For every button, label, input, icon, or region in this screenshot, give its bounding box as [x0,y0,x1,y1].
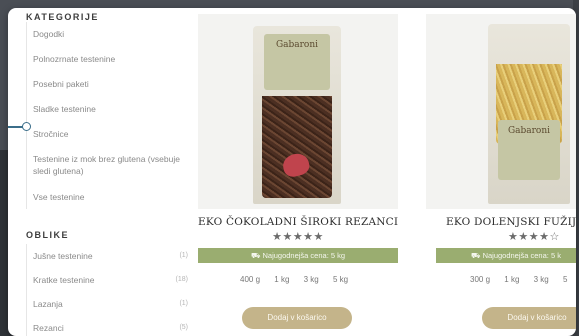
shape-count: (18) [175,276,188,283]
shape-label: Lazanja [33,299,63,309]
weight-option[interactable]: 3 kg [534,275,549,284]
weight-option[interactable]: 5 [563,275,567,284]
shape-count: (1) [179,252,188,259]
weight-option[interactable]: 400 g [240,275,260,284]
weight-options: 300 g 1 kg 3 kg 5 [470,275,576,284]
shape-label: Rezanci [33,323,64,333]
weight-option[interactable]: 1 kg [274,275,289,284]
shape-count: (1) [179,300,188,307]
category-item-sladke[interactable]: Sladke testenine [26,97,184,122]
category-list: Dogodki Polnozrnate testenine Posebni pa… [26,22,184,209]
shop-panel: KATEGORIJE Dogodki Polnozrnate testenine… [8,8,576,336]
rating-stars: ★★★★☆ [508,231,560,243]
category-item-dogodki[interactable]: Dogodki [26,22,184,47]
pointer-dot-icon [22,122,31,131]
rating-stars: ★★★★★ [272,231,324,243]
shape-label: Jušne testenine [33,251,93,261]
best-price-text: Najugodnejša cena: 5 k [482,251,561,260]
best-price-bar: ⛟ Najugodnejša cena: 5 kg [198,248,398,263]
add-to-cart-button[interactable]: Dodaj v košarico [242,307,352,329]
product-card: Gabaroni EKO DOLENJSKI FUŽIJI D ★★★★☆ ⛟ … [426,8,576,336]
bag-label: Gabaroni [263,34,331,90]
shape-item-rezanci[interactable]: Rezanci (5) [26,316,188,336]
best-price-text: Najugodnejša cena: 5 kg [262,251,346,260]
bag-label: Gabaroni [497,120,561,180]
pasta-bag-image: Gabaroni [253,26,341,204]
product-title[interactable]: EKO DOLENJSKI FUŽIJI D [446,216,576,228]
shapes-title: OBLIKE [26,230,70,240]
truck-icon: ⛟ [250,251,263,260]
pasta-bag-image: Gabaroni [488,24,570,204]
product-image[interactable]: Gabaroni [198,14,398,209]
product-title[interactable]: EKO ČOKOLADNI ŠIROKI REZANCI [198,216,398,228]
product-card: Gabaroni EKO ČOKOLADNI ŠIROKI REZANCI ★★… [198,8,398,336]
shape-item-kratke[interactable]: Kratke testenine (18) [26,268,188,292]
truck-icon: ⛟ [471,251,483,260]
shape-item-jusne[interactable]: Jušne testenine (1) [26,244,188,268]
category-item-vse[interactable]: Vse testenine [26,187,184,209]
categories-title: KATEGORIJE [26,12,99,22]
category-item-polnozrnate[interactable]: Polnozrnate testenine [26,47,184,72]
weight-option[interactable]: 3 kg [304,275,319,284]
weight-option[interactable]: 300 g [470,275,490,284]
weight-option[interactable]: 5 kg [333,275,348,284]
weight-option[interactable]: 1 kg [504,275,519,284]
category-item-posebni-paketi[interactable]: Posebni paketi [26,72,184,97]
product-image[interactable]: Gabaroni [426,14,576,209]
pasta-contents [261,96,333,198]
shape-count: (5) [179,324,188,331]
brand-label: Gabaroni [275,40,319,50]
best-price-bar: ⛟ Najugodnejša cena: 5 k [436,248,576,263]
category-item-brez-glutena[interactable]: Testenine iz mok brez glutena (vsebuje s… [26,147,184,187]
shape-item-lazanja[interactable]: Lazanja (1) [26,292,188,316]
add-to-cart-button[interactable]: Dodaj v košarico [482,307,576,329]
category-item-strocnice[interactable]: Stročnice [26,122,184,147]
shape-list: Jušne testenine (1) Kratke testenine (18… [26,244,188,336]
shape-label: Kratke testenine [33,275,95,285]
weight-options: 400 g 1 kg 3 kg 5 kg [240,275,360,284]
sidebar: KATEGORIJE Dogodki Polnozrnate testenine… [8,8,193,336]
brand-label: Gabaroni [507,126,551,136]
